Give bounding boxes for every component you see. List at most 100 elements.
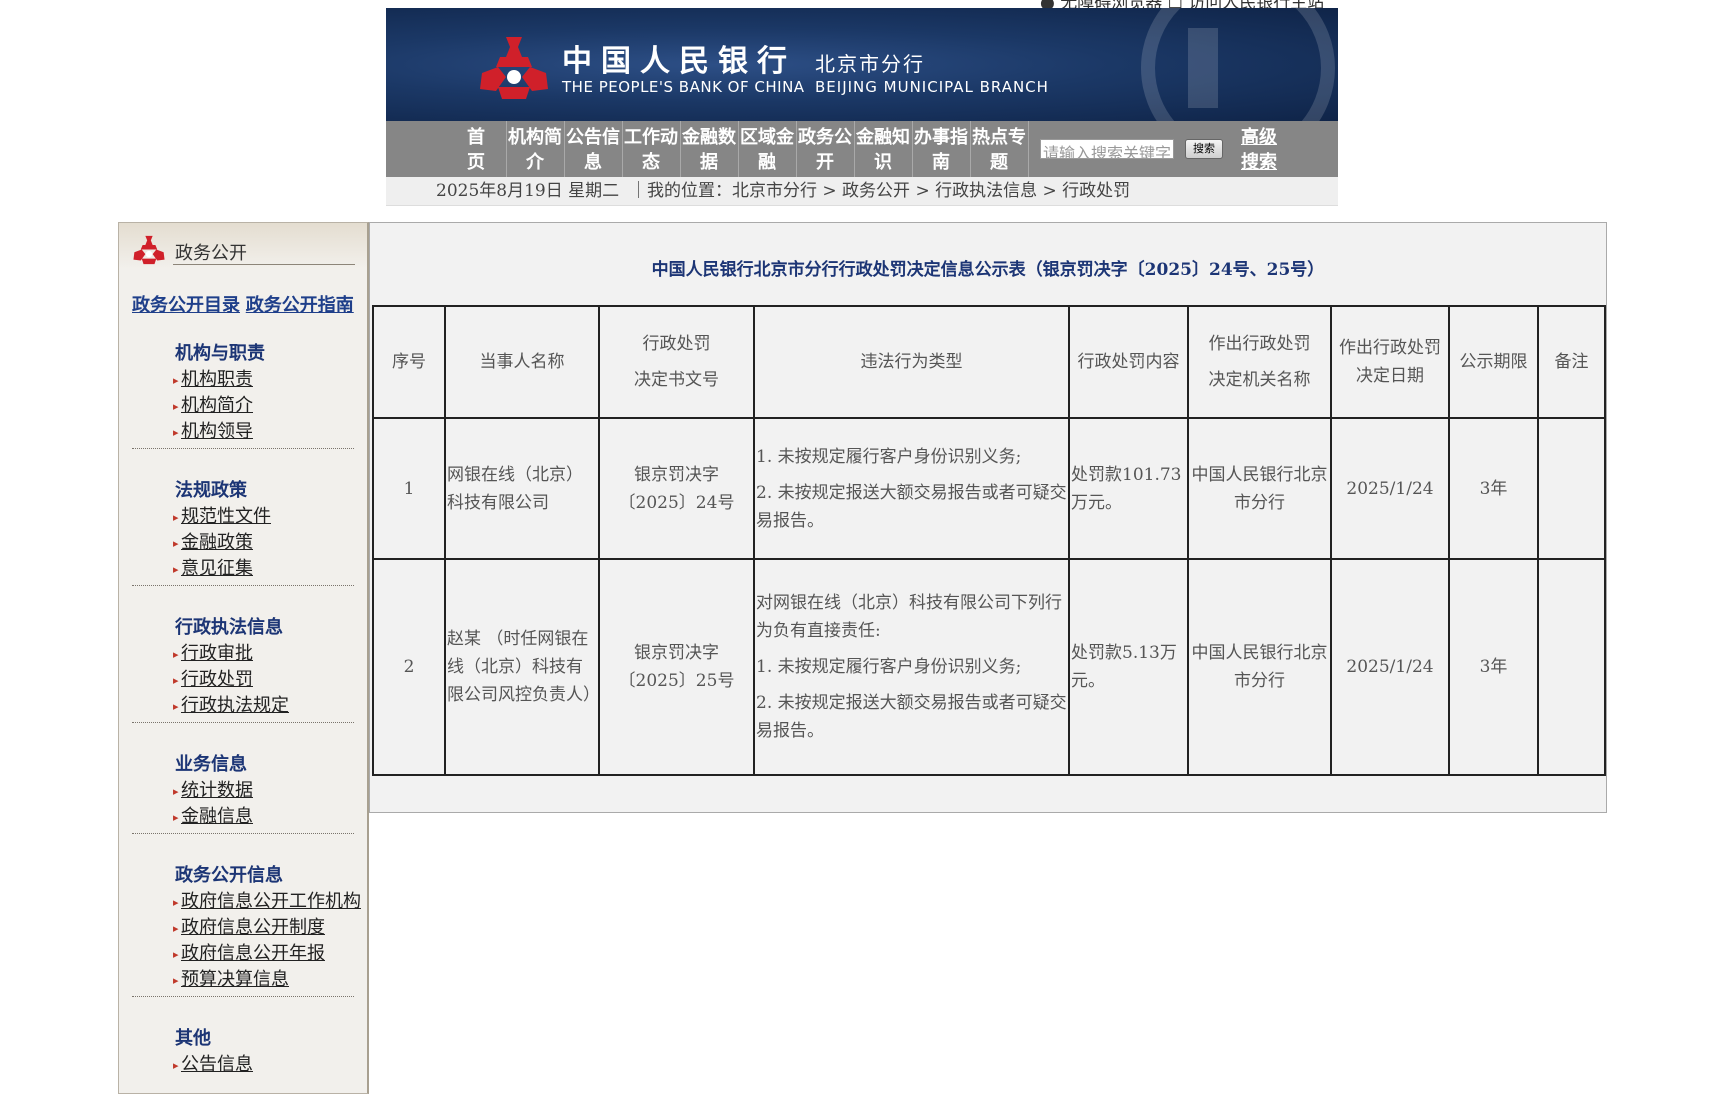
- sidebar-item[interactable]: ▸ 机构领导: [173, 417, 253, 443]
- col-header-content: 行政处罚内容: [1068, 305, 1189, 419]
- nav-label-line1: 金融知: [856, 127, 910, 148]
- table-row: 2 赵某 （时任网银在线（北京）科技有限公司风控负责人） 银京罚决字〔2025〕…: [372, 558, 1606, 776]
- cell-org: 中国人民银行北京市分行: [1187, 417, 1332, 560]
- nav-item-topics[interactable]: 热点专题: [971, 125, 1027, 175]
- nav-label-line2: 题: [990, 152, 1008, 173]
- adv-search-line1: 高级: [1241, 127, 1277, 148]
- breadcrumb-bar: 2025年8月19日 星期二 ｜我的位置：北京市分行 > 政务公开 > 行政执法…: [386, 177, 1338, 206]
- sidebar-item[interactable]: ▸ 行政审批: [173, 639, 253, 665]
- adv-search-line2: 搜索: [1241, 152, 1277, 173]
- col-header-remark: 备注: [1537, 305, 1606, 419]
- nav-item-data[interactable]: 金融数据: [681, 125, 737, 175]
- header-line2: 决定书文号: [634, 370, 719, 390]
- bullet-icon: ▸: [173, 673, 179, 687]
- col-header-party: 当事人名称: [444, 305, 600, 419]
- bullet-icon: ▸: [173, 810, 179, 824]
- nav-item-knowledge[interactable]: 金融知识: [855, 125, 911, 175]
- nav-item-guide[interactable]: 办事指南: [913, 125, 969, 175]
- branch-en-name: BEIJING MUNICIPAL BRANCH: [815, 78, 1049, 96]
- sidebar-item[interactable]: ▸ 政府信息公开制度: [173, 913, 325, 939]
- nav-item-about[interactable]: 机构简介: [507, 125, 563, 175]
- sidebar-item[interactable]: ▸ 政府信息公开工作机构: [173, 887, 361, 913]
- nav-item-regional[interactable]: 区域金融: [739, 125, 795, 175]
- sidebar-item[interactable]: ▸ 金融信息: [173, 802, 253, 828]
- pboc-logo-icon: [133, 235, 165, 265]
- search-button[interactable]: 搜索: [1185, 139, 1223, 159]
- cell-violation: 1. 未按规定履行客户身份识别义务; 2. 未按规定报送大额交易报告或者可疑交易报…: [753, 417, 1070, 560]
- bank-cn-name: 中国人民银行: [562, 44, 796, 79]
- bullet-icon: ▸: [173, 1058, 179, 1072]
- col-header-date: 作出行政处罚 决定日期: [1330, 305, 1450, 419]
- nav-item-gov-affairs[interactable]: 政务公开: [797, 125, 853, 175]
- sidebar-item[interactable]: ▸ 机构职责: [173, 365, 253, 391]
- sidebar-item-label: 行政审批: [181, 643, 253, 664]
- gov-affairs-guide-link[interactable]: 政务公开指南: [246, 295, 354, 316]
- sidebar-group-title: 法规政策: [175, 480, 247, 501]
- advanced-search-link[interactable]: 高级 搜索: [1241, 125, 1281, 175]
- nav-label-line2: 识: [874, 152, 892, 173]
- nav-label-line2: 态: [642, 152, 660, 173]
- violation-item: 2. 未按规定报送大额交易报告或者可疑交易报告。: [756, 482, 1067, 531]
- sidebar-item[interactable]: ▸ 公告信息: [173, 1050, 253, 1076]
- col-header-seq: 序号: [372, 305, 446, 419]
- main-content: 中国人民银行北京市分行行政处罚决定信息公示表（银京罚决字〔2025〕24号、25…: [369, 222, 1607, 813]
- col-header-doc: 行政处罚 决定书文号: [598, 305, 755, 419]
- branch-cn-name: 北京市分行: [815, 52, 925, 76]
- sidebar-group-title: 其他: [175, 1028, 211, 1049]
- sidebar-item[interactable]: ▸ 预算决算信息: [173, 965, 289, 991]
- cell-content: 处罚款5.13万元。: [1068, 558, 1189, 776]
- sidebar-item[interactable]: ▸ 政府信息公开年报: [173, 939, 325, 965]
- sidebar-item[interactable]: ▸ 规范性文件: [173, 502, 271, 528]
- penalty-table: 序号 当事人名称 行政处罚 决定书文号 违法行为类型 行政处罚内容 作出行政处罚决…: [372, 305, 1606, 776]
- nav-label-line2: 融: [758, 152, 776, 173]
- search-input[interactable]: 请输入搜索关键字: [1040, 139, 1174, 159]
- nav-label-line1: 热点专: [972, 127, 1026, 148]
- nav-item-news[interactable]: 工作动态: [623, 125, 679, 175]
- bullet-icon: ▸: [173, 647, 179, 661]
- cell-violation: 对网银在线（北京）科技有限公司下列行为负有直接责任: 1. 未按规定履行客户身份识…: [753, 558, 1070, 776]
- cell-seq: 1: [372, 417, 446, 560]
- nav-item-notices[interactable]: 公告信息: [565, 125, 621, 175]
- table-row: 1 网银在线（北京）科技有限公司 银京罚决字〔2025〕24号 1. 未按规定履…: [372, 417, 1606, 560]
- bullet-icon: ▸: [173, 973, 179, 987]
- nav-label-line2: 息: [584, 152, 602, 173]
- gov-affairs-catalog-link[interactable]: 政务公开目录: [132, 295, 240, 316]
- cell-date: 2025/1/24: [1330, 417, 1450, 560]
- sidebar-item[interactable]: ▸ 金融政策: [173, 528, 253, 554]
- nav-label-line1: 金融数: [682, 127, 736, 148]
- bullet-icon: ▸: [173, 921, 179, 935]
- sidebar-item-label: 机构领导: [181, 421, 253, 442]
- breadcrumb[interactable]: ｜我的位置：北京市分行 > 政务公开 > 行政执法信息 > 行政处罚: [630, 177, 1130, 205]
- bullet-icon: ▸: [173, 947, 179, 961]
- header-line2: 决定日期: [1356, 366, 1424, 386]
- cell-doc: 银京罚决字〔2025〕25号: [598, 558, 755, 776]
- sidebar-item-label: 行政处罚: [181, 669, 253, 690]
- sidebar-item[interactable]: ▸ 机构简介: [173, 391, 253, 417]
- nav-label-line2: 页: [467, 152, 485, 173]
- header-line1: 作出行政处罚: [1208, 334, 1311, 354]
- sidebar-item[interactable]: ▸ 意见征集: [173, 554, 253, 580]
- cell-org: 中国人民银行北京市分行: [1187, 558, 1332, 776]
- pboc-logo-icon[interactable]: [476, 33, 552, 103]
- sidebar-item-label: 意见征集: [181, 558, 253, 579]
- col-header-period: 公示期限: [1448, 305, 1539, 419]
- sidebar-item-label: 机构简介: [181, 395, 253, 416]
- sidebar-item-label: 统计数据: [181, 780, 253, 801]
- divider: [132, 448, 354, 449]
- violation-item: 1. 未按规定履行客户身份识别义务;: [756, 446, 1022, 467]
- nav-label-line1: 机构简: [508, 127, 562, 148]
- sidebar-item-label: 金融信息: [181, 806, 253, 827]
- sidebar-item[interactable]: ▸ 行政执法规定: [173, 691, 289, 717]
- cell-period: 3年: [1448, 417, 1539, 560]
- sidebar-item-label: 行政执法规定: [181, 695, 289, 716]
- nav-label-line2: 介: [526, 152, 544, 173]
- cell-party: 赵某 （时任网银在线（北京）科技有限公司风控负责人）: [444, 558, 600, 776]
- sidebar-item-label: 政府信息公开工作机构: [181, 891, 361, 912]
- cell-doc: 银京罚决字〔2025〕24号: [598, 417, 755, 560]
- sidebar-title-underline: [173, 264, 355, 265]
- nav-label-line2: 据: [700, 152, 718, 173]
- sidebar-item[interactable]: ▸ 行政处罚: [173, 665, 253, 691]
- sidebar-item[interactable]: ▸ 统计数据: [173, 776, 253, 802]
- nav-item-home[interactable]: 首页: [448, 125, 504, 175]
- header-line2: 决定机关名称: [1208, 370, 1311, 390]
